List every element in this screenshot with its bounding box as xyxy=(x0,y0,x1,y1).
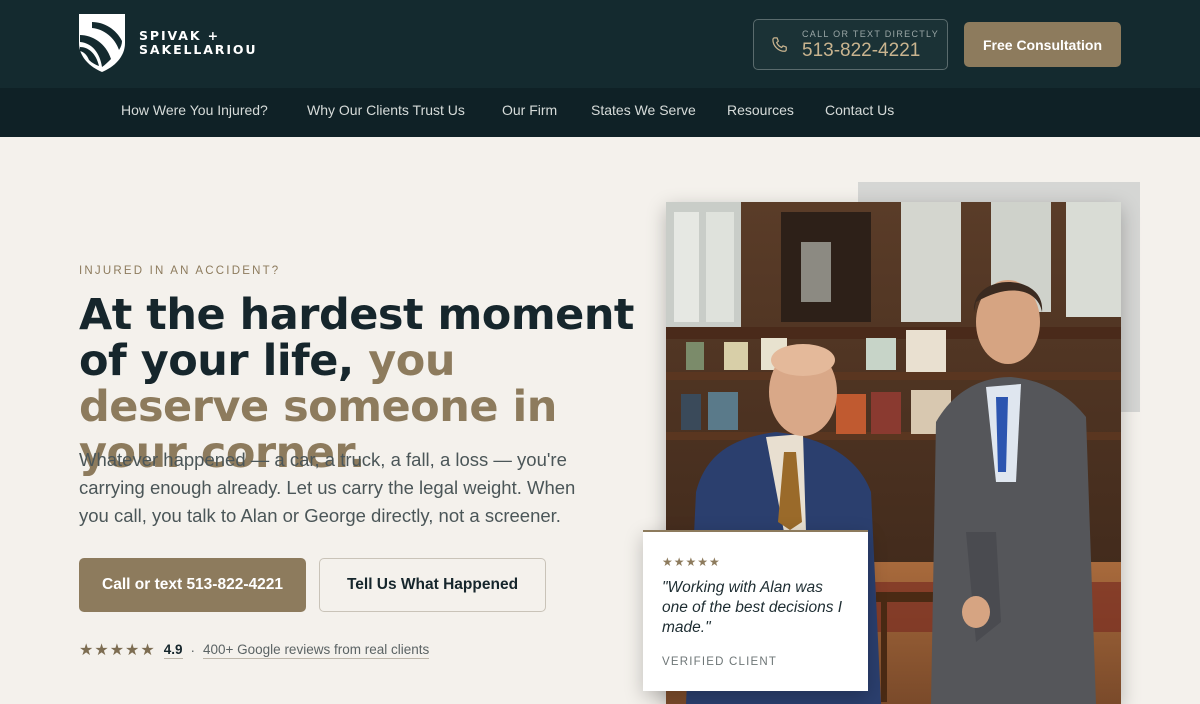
hero-eyebrow: INJURED IN AN ACCIDENT? xyxy=(79,265,281,277)
logo-wordmark: SPIVAK + SAKELLARIOU xyxy=(139,29,257,57)
phone-text: CALL OR TEXT DIRECTLY 513-822-4221 xyxy=(802,28,939,62)
nav-item-resources[interactable]: Resources xyxy=(727,102,794,118)
nav-item-contact[interactable]: Contact Us xyxy=(825,102,894,118)
tell-us-button[interactable]: Tell Us What Happened xyxy=(319,558,546,612)
logo[interactable]: SPIVAK + SAKELLARIOU xyxy=(78,13,257,73)
rating-summary: ★★★★★ 4.9 · 400+ Google reviews from rea… xyxy=(79,640,430,660)
rating-reviews-link[interactable]: 400+ Google reviews from real clients xyxy=(203,642,430,659)
testimonial-author: VERIFIED CLIENT xyxy=(662,656,778,668)
testimonial-card: ★★★★★ "Working with Alan was one of the … xyxy=(643,530,868,691)
nav-item-states[interactable]: States We Serve xyxy=(591,102,696,118)
headline-main: At the hardest moment of your life, xyxy=(79,290,635,386)
rating-score[interactable]: 4.9 xyxy=(163,642,183,659)
rating-stars-icon: ★★★★★ xyxy=(79,642,156,659)
rating-separator: · xyxy=(190,642,196,658)
logo-line-1: SPIVAK + xyxy=(139,28,221,43)
phone-label: CALL OR TEXT DIRECTLY xyxy=(802,28,939,39)
nav-item-why-trust[interactable]: Why Our Clients Trust Us xyxy=(307,102,465,118)
shield-logo-icon xyxy=(79,14,125,72)
hero-body: Whatever happened — a car, a truck, a fa… xyxy=(79,449,576,526)
free-consultation-button[interactable]: Free Consultation xyxy=(964,22,1121,67)
nav-item-how-injured[interactable]: How Were You Injured? xyxy=(121,102,268,118)
phone-number: 513-822-4221 xyxy=(802,39,921,61)
call-text-button[interactable]: Call or text 513-822-4221 xyxy=(79,558,306,612)
header-phone-link[interactable]: CALL OR TEXT DIRECTLY 513-822-4221 xyxy=(753,19,948,70)
logo-line-2: SAKELLARIOU xyxy=(139,42,258,57)
site-header: SPIVAK + SAKELLARIOU CALL OR TEXT DIRECT… xyxy=(0,0,1200,88)
main-nav: How Were You Injured? Why Our Clients Tr… xyxy=(0,88,1200,137)
nav-item-our-firm[interactable]: Our Firm xyxy=(502,102,557,118)
testimonial-stars-icon: ★★★★★ xyxy=(662,555,721,569)
testimonial-quote: "Working with Alan was one of the best d… xyxy=(662,579,843,636)
phone-icon xyxy=(772,36,787,52)
